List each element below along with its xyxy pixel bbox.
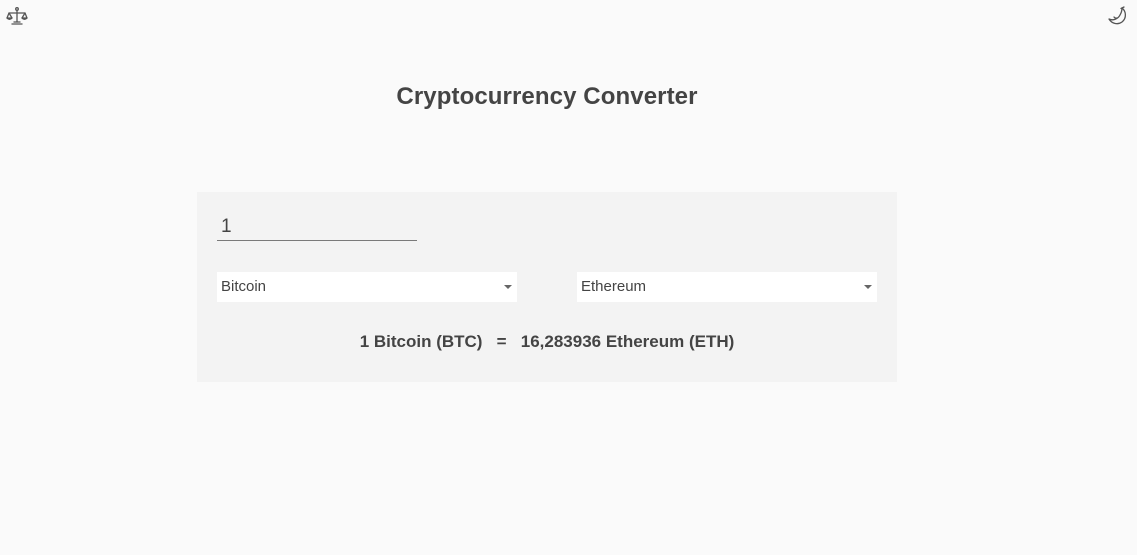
moon-icon[interactable] <box>1107 5 1129 27</box>
to-currency-value: Ethereum <box>581 278 647 295</box>
result-to: 16,283936 Ethereum (ETH) <box>520 332 735 351</box>
to-currency-select[interactable]: Ethereum <box>577 272 877 302</box>
chevron-down-icon <box>504 285 512 289</box>
scale-icon[interactable] <box>6 5 28 27</box>
amount-input[interactable] <box>217 213 417 241</box>
page-title: Cryptocurrency Converter <box>396 83 698 110</box>
from-currency-select[interactable]: Bitcoin <box>217 272 517 302</box>
result-equals: = <box>496 332 507 351</box>
from-currency-value: Bitcoin <box>221 278 267 295</box>
result-from: 1 Bitcoin (BTC) <box>359 332 483 351</box>
chevron-down-icon <box>864 285 872 289</box>
conversion-result: 1 Bitcoin (BTC) = 16,283936 Ethereum (ET… <box>197 332 897 352</box>
page: Cryptocurrency Converter Bitcoin Ethereu… <box>0 0 1137 555</box>
